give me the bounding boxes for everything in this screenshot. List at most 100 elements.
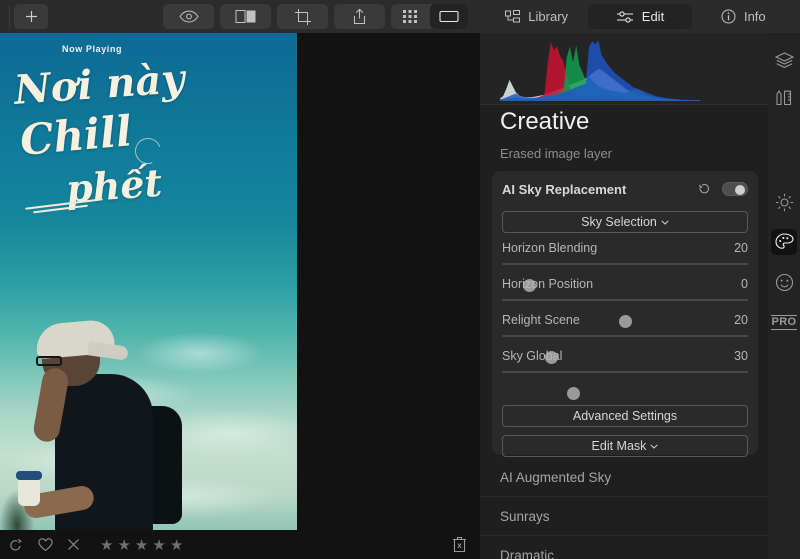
sliders-icon [616, 10, 633, 23]
card-title: AI Sky Replacement [502, 181, 627, 197]
histogram-plot [500, 39, 700, 101]
slider-track[interactable] [502, 299, 748, 328]
filter-list: AI Augmented Sky Sunrays Dramatic [480, 458, 768, 559]
library-icon [505, 9, 521, 22]
underline-decoration [25, 198, 103, 214]
slider-sky-global: Sky Global 30 [502, 349, 748, 400]
star-3[interactable]: ★ [135, 536, 148, 554]
cup-lid [16, 471, 42, 480]
slider-knob[interactable] [566, 387, 580, 400]
tab-edit-label: Edit [641, 9, 665, 24]
compare-icon [235, 10, 255, 23]
single-image-icon [439, 10, 459, 23]
slider-track[interactable] [502, 335, 748, 364]
sky-selection-dropdown[interactable]: Sky Selection [502, 211, 748, 233]
tab-info-label: Info [743, 9, 766, 24]
crop-button[interactable] [277, 4, 328, 29]
slider-label: Relight Scene [502, 313, 580, 327]
slider-value[interactable]: 20 [734, 241, 748, 255]
slider-label: Sky Global [502, 349, 563, 363]
module-tabs: Library Edit Info [480, 0, 800, 33]
glasses [36, 356, 62, 366]
list-item-dramatic[interactable]: Dramatic [480, 536, 768, 559]
bottom-bar: ★ ★ ★ ★ ★ [0, 530, 480, 559]
slider-group: Horizon Blending 20 Horizon Position 0 R… [502, 241, 748, 400]
pro-label[interactable]: PRO [769, 309, 799, 335]
photo-title-line2: Chill [18, 106, 134, 165]
slider-value[interactable]: 0 [741, 277, 748, 291]
star-1[interactable]: ★ [100, 536, 113, 554]
grid-icon [402, 10, 417, 23]
person-silhouette [0, 318, 182, 530]
compare-button[interactable] [220, 4, 271, 29]
advanced-settings-label: Advanced Settings [572, 409, 678, 423]
tools-icon[interactable] [771, 85, 797, 111]
histogram[interactable] [480, 33, 768, 105]
crop-icon [294, 8, 311, 25]
star-2[interactable]: ★ [117, 536, 130, 554]
star-rating[interactable]: ★ ★ ★ ★ ★ [100, 536, 183, 554]
plus-icon [25, 11, 37, 22]
tab-library-label: Library [528, 9, 569, 24]
info-icon [721, 9, 736, 24]
toolbar-divider [9, 5, 10, 28]
tab-edit[interactable]: Edit [588, 4, 692, 29]
list-item-label: Sunrays [500, 508, 550, 524]
light-icon[interactable] [771, 189, 797, 215]
toolbar-left-group [0, 0, 480, 33]
ai-sky-toggle[interactable] [722, 182, 748, 196]
chevron-down-icon [661, 219, 669, 225]
preview-button[interactable] [163, 4, 214, 29]
share-button[interactable] [334, 4, 385, 29]
advanced-settings-button[interactable]: Advanced Settings [502, 405, 748, 427]
photo-title-line1: Nơi này [12, 55, 187, 114]
portrait-icon[interactable] [771, 269, 797, 295]
reset-arrow-icon[interactable] [698, 183, 711, 195]
list-item-label: Dramatic [500, 547, 555, 559]
reject-icon[interactable] [67, 538, 80, 551]
color-palette-icon[interactable] [771, 229, 797, 255]
chevron-down-icon [650, 443, 659, 449]
image-canvas[interactable]: Now Playing Nơi này Chill phết [0, 33, 480, 530]
slider-horizon-position: Horizon Position 0 [502, 277, 748, 328]
edit-mask-label: Edit Mask [591, 439, 647, 453]
list-item-label: AI Augmented Sky [500, 469, 612, 485]
rotate-icon[interactable] [8, 538, 24, 552]
card-header-controls [698, 182, 748, 196]
page-title: Creative [500, 108, 590, 135]
single-view-button[interactable] [429, 4, 468, 29]
tab-info[interactable]: Info [692, 4, 795, 29]
slider-track[interactable] [502, 371, 748, 400]
slider-label: Horizon Position [502, 277, 594, 291]
slider-track[interactable] [502, 263, 748, 292]
grid-view-button[interactable] [391, 4, 430, 29]
bottom-bar-icons: ★ ★ ★ ★ ★ [8, 536, 183, 554]
slider-value[interactable]: 30 [734, 349, 748, 363]
sky-selection-label: Sky Selection [581, 215, 657, 229]
slider-relight-scene: Relight Scene 20 [502, 313, 748, 364]
top-toolbar: Library Edit Info [0, 0, 800, 33]
edited-photo[interactable]: Now Playing Nơi này Chill phết [0, 33, 297, 530]
toggle-knob [735, 184, 745, 195]
tool-rail: PRO [768, 33, 800, 559]
star-4[interactable]: ★ [152, 536, 165, 554]
layers-icon[interactable] [771, 47, 797, 73]
photo-now-playing-label: Now Playing [62, 44, 123, 54]
cup [18, 476, 40, 506]
card-header[interactable]: AI Sky Replacement [492, 171, 758, 207]
edit-mask-button[interactable]: Edit Mask [502, 435, 748, 457]
heart-icon[interactable] [38, 537, 53, 552]
list-item-ai-augmented-sky[interactable]: AI Augmented Sky [480, 458, 768, 497]
pro-text: PRO [771, 314, 797, 330]
slider-label: Horizon Blending [502, 241, 598, 255]
slider-value[interactable]: 20 [734, 313, 748, 327]
tab-library[interactable]: Library [485, 4, 588, 29]
add-button[interactable] [14, 4, 48, 29]
trash-icon[interactable] [452, 536, 467, 553]
view-mode-switcher [391, 4, 468, 29]
star-5[interactable]: ★ [170, 536, 183, 554]
slider-horizon-blending: Horizon Blending 20 [502, 241, 748, 292]
edit-panel: Creative Erased image layer AI Sky Repla… [480, 33, 768, 559]
list-item-sunrays[interactable]: Sunrays [480, 497, 768, 536]
share-icon [354, 8, 365, 24]
